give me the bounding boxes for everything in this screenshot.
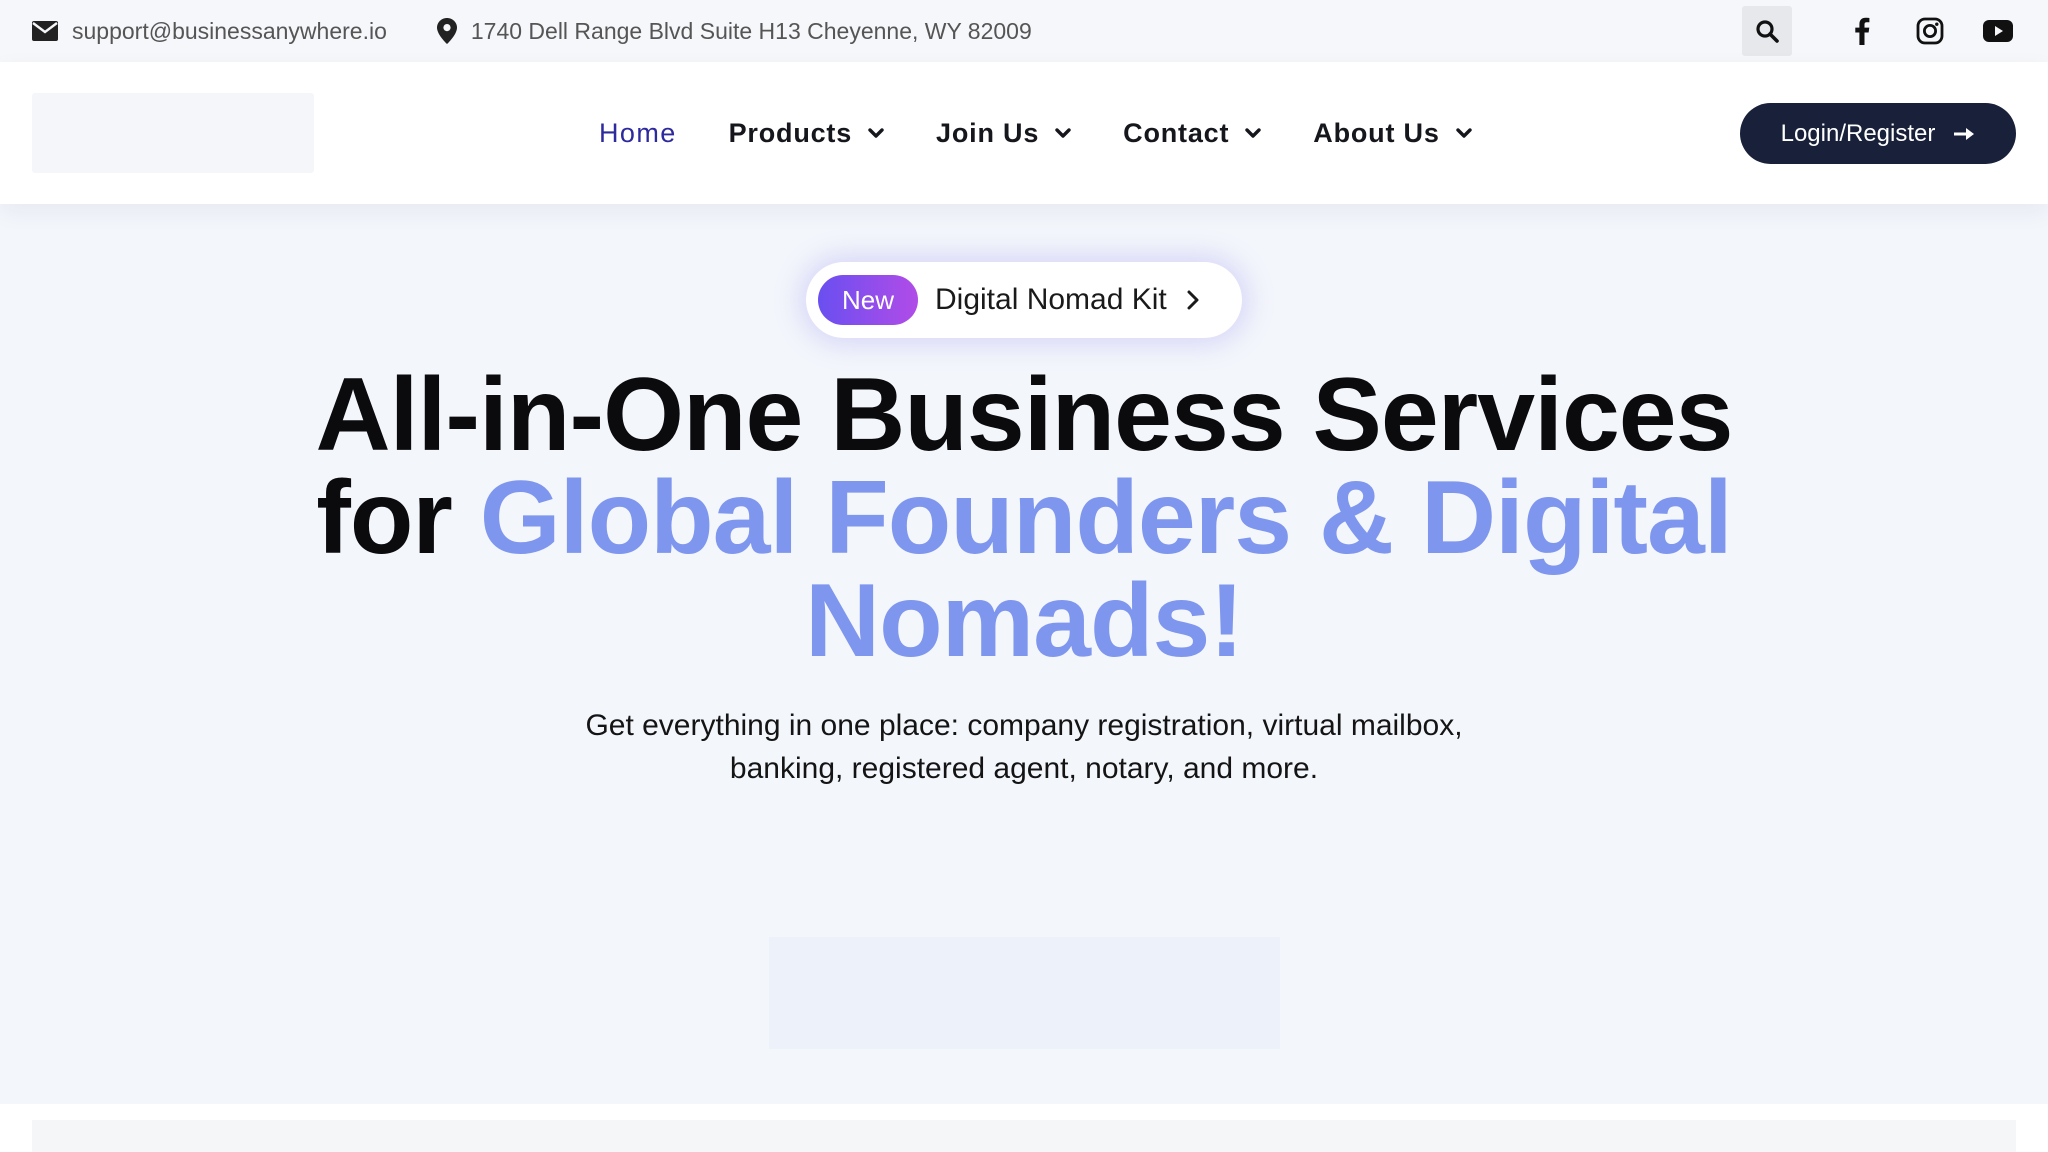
instagram-link[interactable] bbox=[1912, 13, 1948, 49]
hero-section: New Digital Nomad Kit All-in-One Busines… bbox=[0, 204, 2048, 1104]
hero-subtext: Get everything in one place: company reg… bbox=[524, 704, 1524, 790]
nav-item-label[interactable]: About Us bbox=[1313, 118, 1439, 149]
top-utility-bar: support@businessanywhere.io 1740 Dell Ra… bbox=[0, 0, 2048, 62]
instagram-icon bbox=[1916, 17, 1944, 45]
announcement-badge[interactable]: New Digital Nomad Kit bbox=[806, 262, 1242, 338]
subtext-line-2: banking, registered agent, notary, and m… bbox=[729, 752, 1319, 785]
search-icon bbox=[1756, 20, 1779, 43]
login-register-button[interactable]: Login/Register bbox=[1740, 103, 2016, 164]
nav-item-about-us[interactable]: About Us bbox=[1313, 118, 1472, 149]
chevron-down-icon bbox=[1245, 127, 1261, 138]
chevron-down-icon bbox=[868, 127, 884, 138]
headline-highlight: Global Founders & Digital bbox=[479, 460, 1733, 576]
topbar-actions bbox=[1742, 6, 2016, 56]
login-register-label[interactable]: Login/Register bbox=[1781, 120, 1936, 148]
main-nav: Home Products Join Us Contact About Us bbox=[599, 62, 1524, 204]
map-pin-icon bbox=[436, 18, 457, 44]
headline-for: for bbox=[316, 460, 480, 576]
arrow-right-icon bbox=[1954, 127, 1975, 140]
nav-item-home[interactable]: Home bbox=[599, 118, 677, 149]
facebook-icon bbox=[1855, 17, 1870, 45]
headline-line-1: All-in-One Business Services bbox=[315, 357, 1734, 473]
nav-item-label[interactable]: Home bbox=[599, 118, 677, 149]
nav-item-label[interactable]: Contact bbox=[1123, 118, 1229, 149]
hero-media-placeholder bbox=[769, 937, 1280, 1049]
email-text[interactable]: support@businessanywhere.io bbox=[72, 18, 387, 45]
nav-item-label[interactable]: Products bbox=[729, 118, 852, 149]
envelope-icon bbox=[32, 21, 58, 41]
search-button[interactable] bbox=[1742, 6, 1792, 56]
nav-item-label[interactable]: Join Us bbox=[936, 118, 1039, 149]
social-links bbox=[1844, 13, 2016, 49]
hero-headline: All-in-One Business Services for Global … bbox=[0, 363, 2048, 673]
chevron-right-icon bbox=[1187, 290, 1199, 310]
site-logo[interactable] bbox=[32, 93, 314, 173]
email-contact[interactable]: support@businessanywhere.io bbox=[32, 18, 387, 45]
youtube-icon bbox=[1983, 20, 2013, 42]
address-contact: 1740 Dell Range Blvd Suite H13 Cheyenne,… bbox=[436, 17, 1032, 45]
chevron-down-icon bbox=[1455, 127, 1472, 138]
facebook-link[interactable] bbox=[1844, 13, 1880, 49]
new-tag: New bbox=[818, 275, 918, 325]
main-header: Home Products Join Us Contact About Us L… bbox=[0, 62, 2048, 204]
nav-item-join-us[interactable]: Join Us bbox=[936, 118, 1071, 149]
next-section-strip bbox=[32, 1120, 2016, 1152]
address-text: 1740 Dell Range Blvd Suite H13 Cheyenne,… bbox=[470, 17, 1032, 44]
subtext-line-1: Get everything in one place: company reg… bbox=[585, 709, 1463, 742]
nav-item-products[interactable]: Products bbox=[729, 118, 884, 149]
youtube-link[interactable] bbox=[1980, 13, 2016, 49]
headline-highlight-end: Nomads! bbox=[805, 563, 1244, 679]
badge-text[interactable]: Digital Nomad Kit bbox=[935, 283, 1167, 317]
chevron-down-icon bbox=[1055, 127, 1071, 138]
nav-item-contact[interactable]: Contact bbox=[1123, 118, 1261, 149]
